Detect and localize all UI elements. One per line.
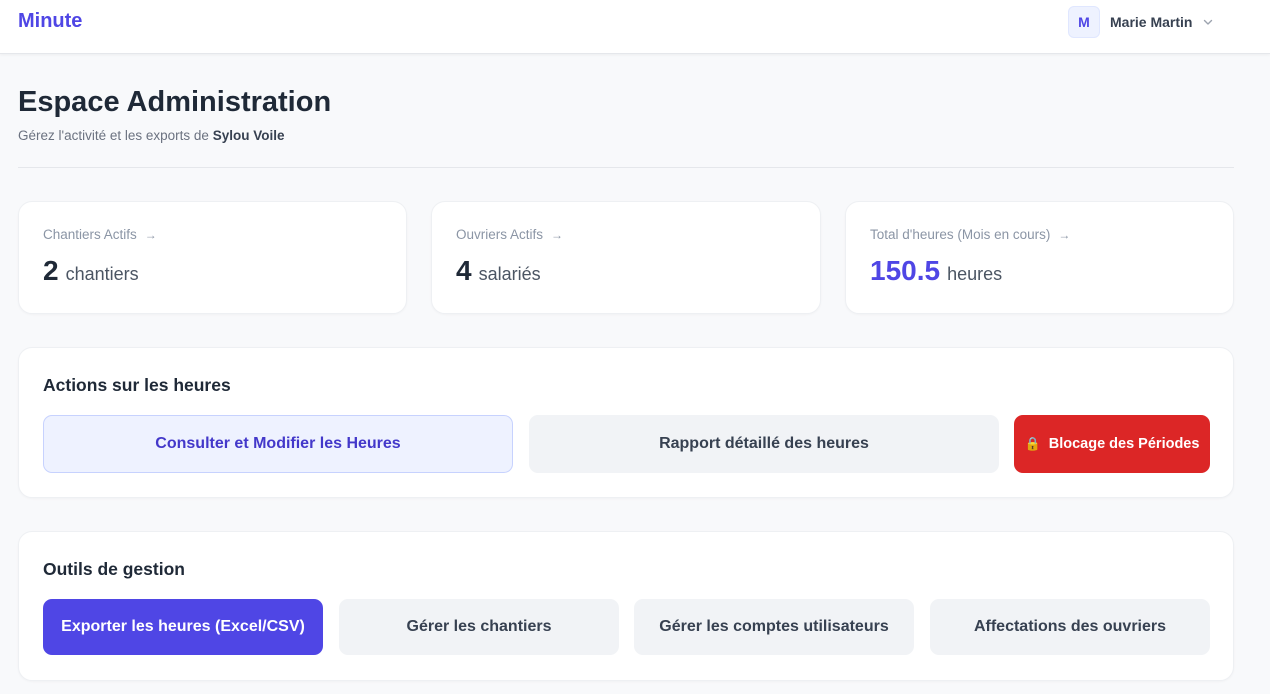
page-subtitle: Gérez l'activité et les exports de Sylou… <box>18 128 284 143</box>
avatar: M <box>1068 5 1100 38</box>
stat-card-active-sites[interactable]: Chantiers Actifs → 2 chantiers <box>18 201 407 314</box>
lock-periods-button[interactable]: 🔒 Blocage des Périodes <box>1014 415 1210 473</box>
stat-card-active-workers[interactable]: Ouvriers Actifs → 4 salariés <box>431 201 821 314</box>
management-tools-panel: Outils de gestion Exporter les heures (E… <box>18 531 1234 681</box>
page-title: Espace Administration <box>18 86 332 118</box>
stat-label: Chantiers Actifs → <box>43 227 157 242</box>
consult-edit-hours-button[interactable]: Consulter et Modifier les Heures <box>43 415 513 473</box>
user-name: Marie Martin <box>1110 13 1193 30</box>
subtitle-text: Gérez l'activité et les exports de <box>18 128 209 143</box>
company-name: Sylou Voile <box>212 128 285 143</box>
chevron-down-icon <box>1204 19 1213 25</box>
brand-logo[interactable]: Minute <box>18 10 82 33</box>
panel-title: Outils de gestion <box>43 559 185 579</box>
stat-card-total-hours[interactable]: Total d'heures (Mois en cours) → 150.5 he… <box>845 201 1234 314</box>
stat-value-row: 4 salariés <box>456 255 541 287</box>
arrow-right-icon: → <box>1058 228 1071 242</box>
stat-value-row: 2 chantiers <box>43 255 139 287</box>
arrow-right-icon: → <box>551 228 564 242</box>
stat-value: 2 <box>43 255 59 286</box>
stat-unit: salariés <box>478 264 541 284</box>
panel-title: Actions sur les heures <box>43 375 231 395</box>
stat-unit: chantiers <box>65 264 139 284</box>
arrow-right-icon: → <box>144 228 157 242</box>
stat-value: 150.5 <box>870 255 941 286</box>
manage-accounts-button[interactable]: Gérer les comptes utilisateurs <box>634 599 914 655</box>
stat-label: Total d'heures (Mois en cours) → <box>870 227 1071 242</box>
top-navbar: Minute M Marie Martin <box>0 0 1270 54</box>
stat-value-row: 150.5 heures <box>870 255 1002 287</box>
lock-icon: 🔒 <box>1024 436 1041 451</box>
worker-assignments-button[interactable]: Affectations des ouvriers <box>930 599 1210 655</box>
header-divider <box>18 167 1234 168</box>
export-hours-button[interactable]: Exporter les heures (Excel/CSV) <box>43 599 323 655</box>
stat-value: 4 <box>456 255 472 286</box>
stat-unit: heures <box>947 264 1003 284</box>
hours-actions-panel: Actions sur les heures Consulter et Modi… <box>18 347 1234 498</box>
manage-sites-button[interactable]: Gérer les chantiers <box>339 599 619 655</box>
user-menu[interactable]: M Marie Martin <box>1068 5 1214 38</box>
lock-periods-label: Blocage des Périodes <box>1048 436 1200 452</box>
stat-label: Ouvriers Actifs → <box>456 227 564 242</box>
detailed-report-button[interactable]: Rapport détaillé des heures <box>529 415 999 473</box>
